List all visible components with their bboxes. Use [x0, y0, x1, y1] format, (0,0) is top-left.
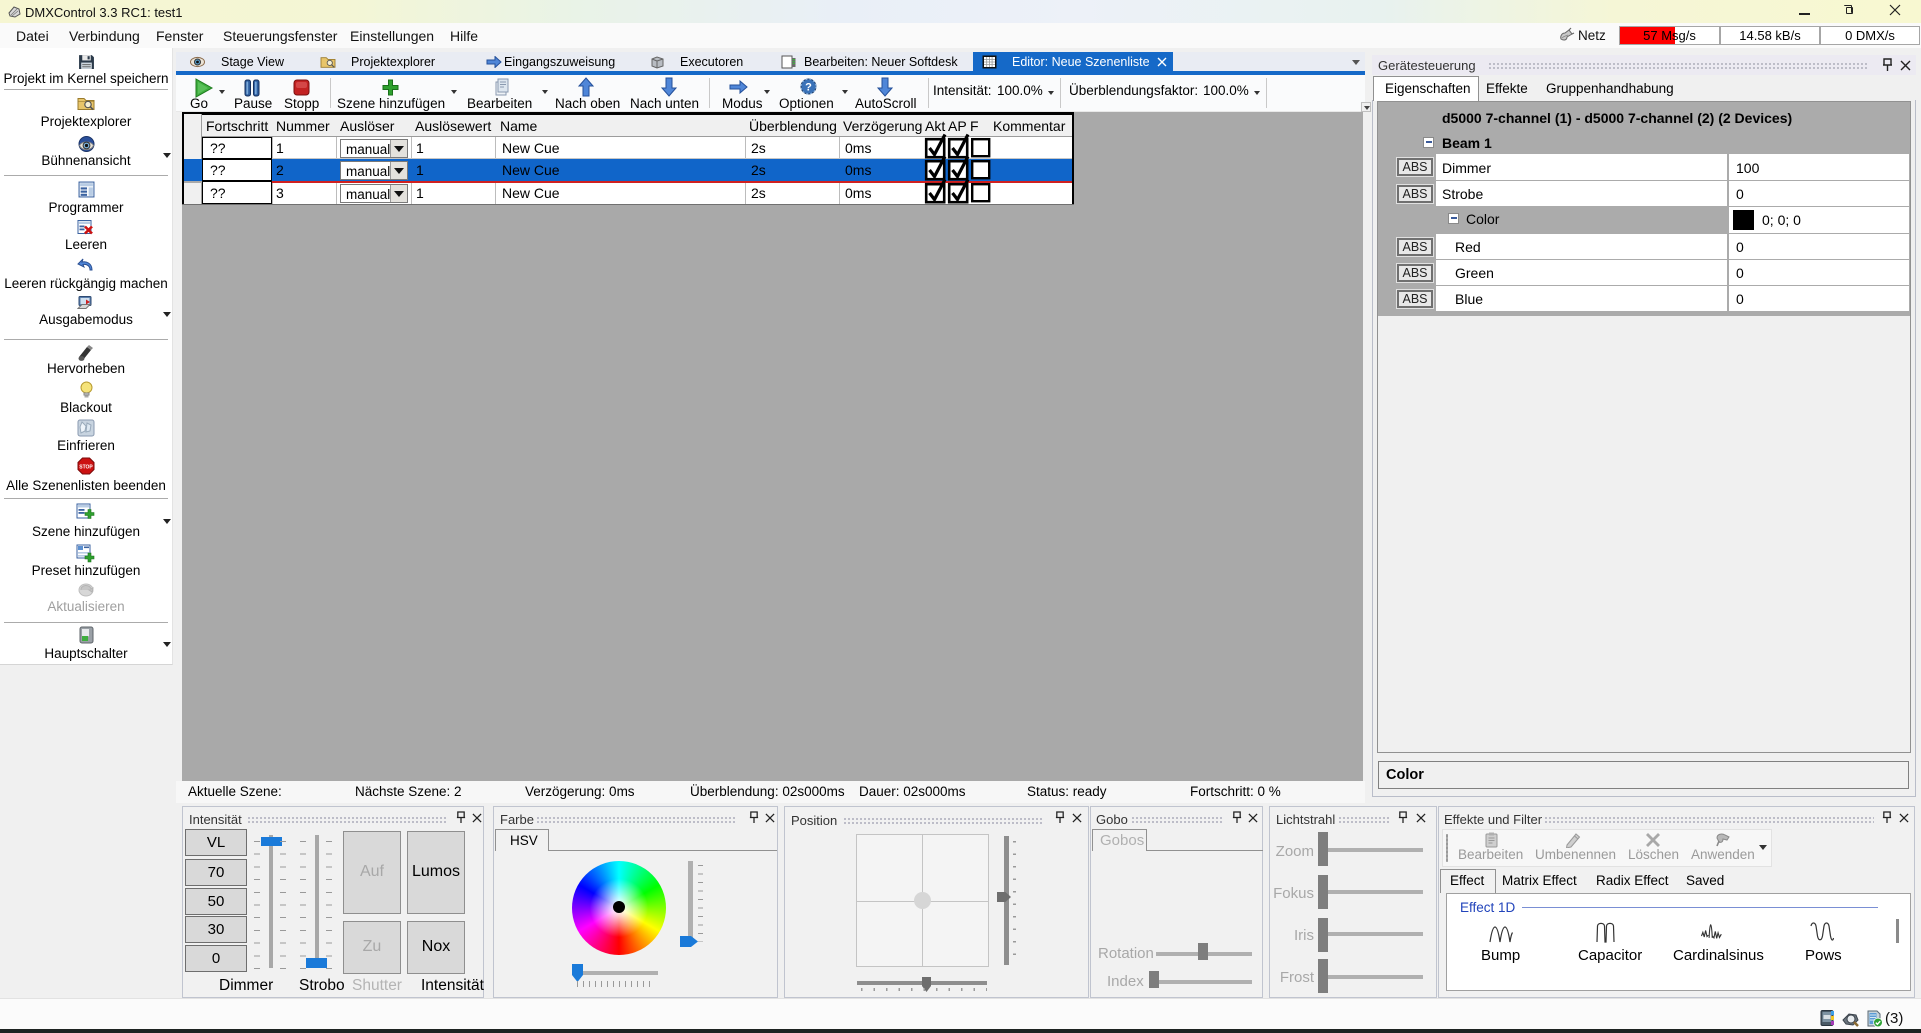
- svg-text:STOP: STOP: [79, 464, 93, 470]
- svg-text:?: ?: [805, 81, 812, 93]
